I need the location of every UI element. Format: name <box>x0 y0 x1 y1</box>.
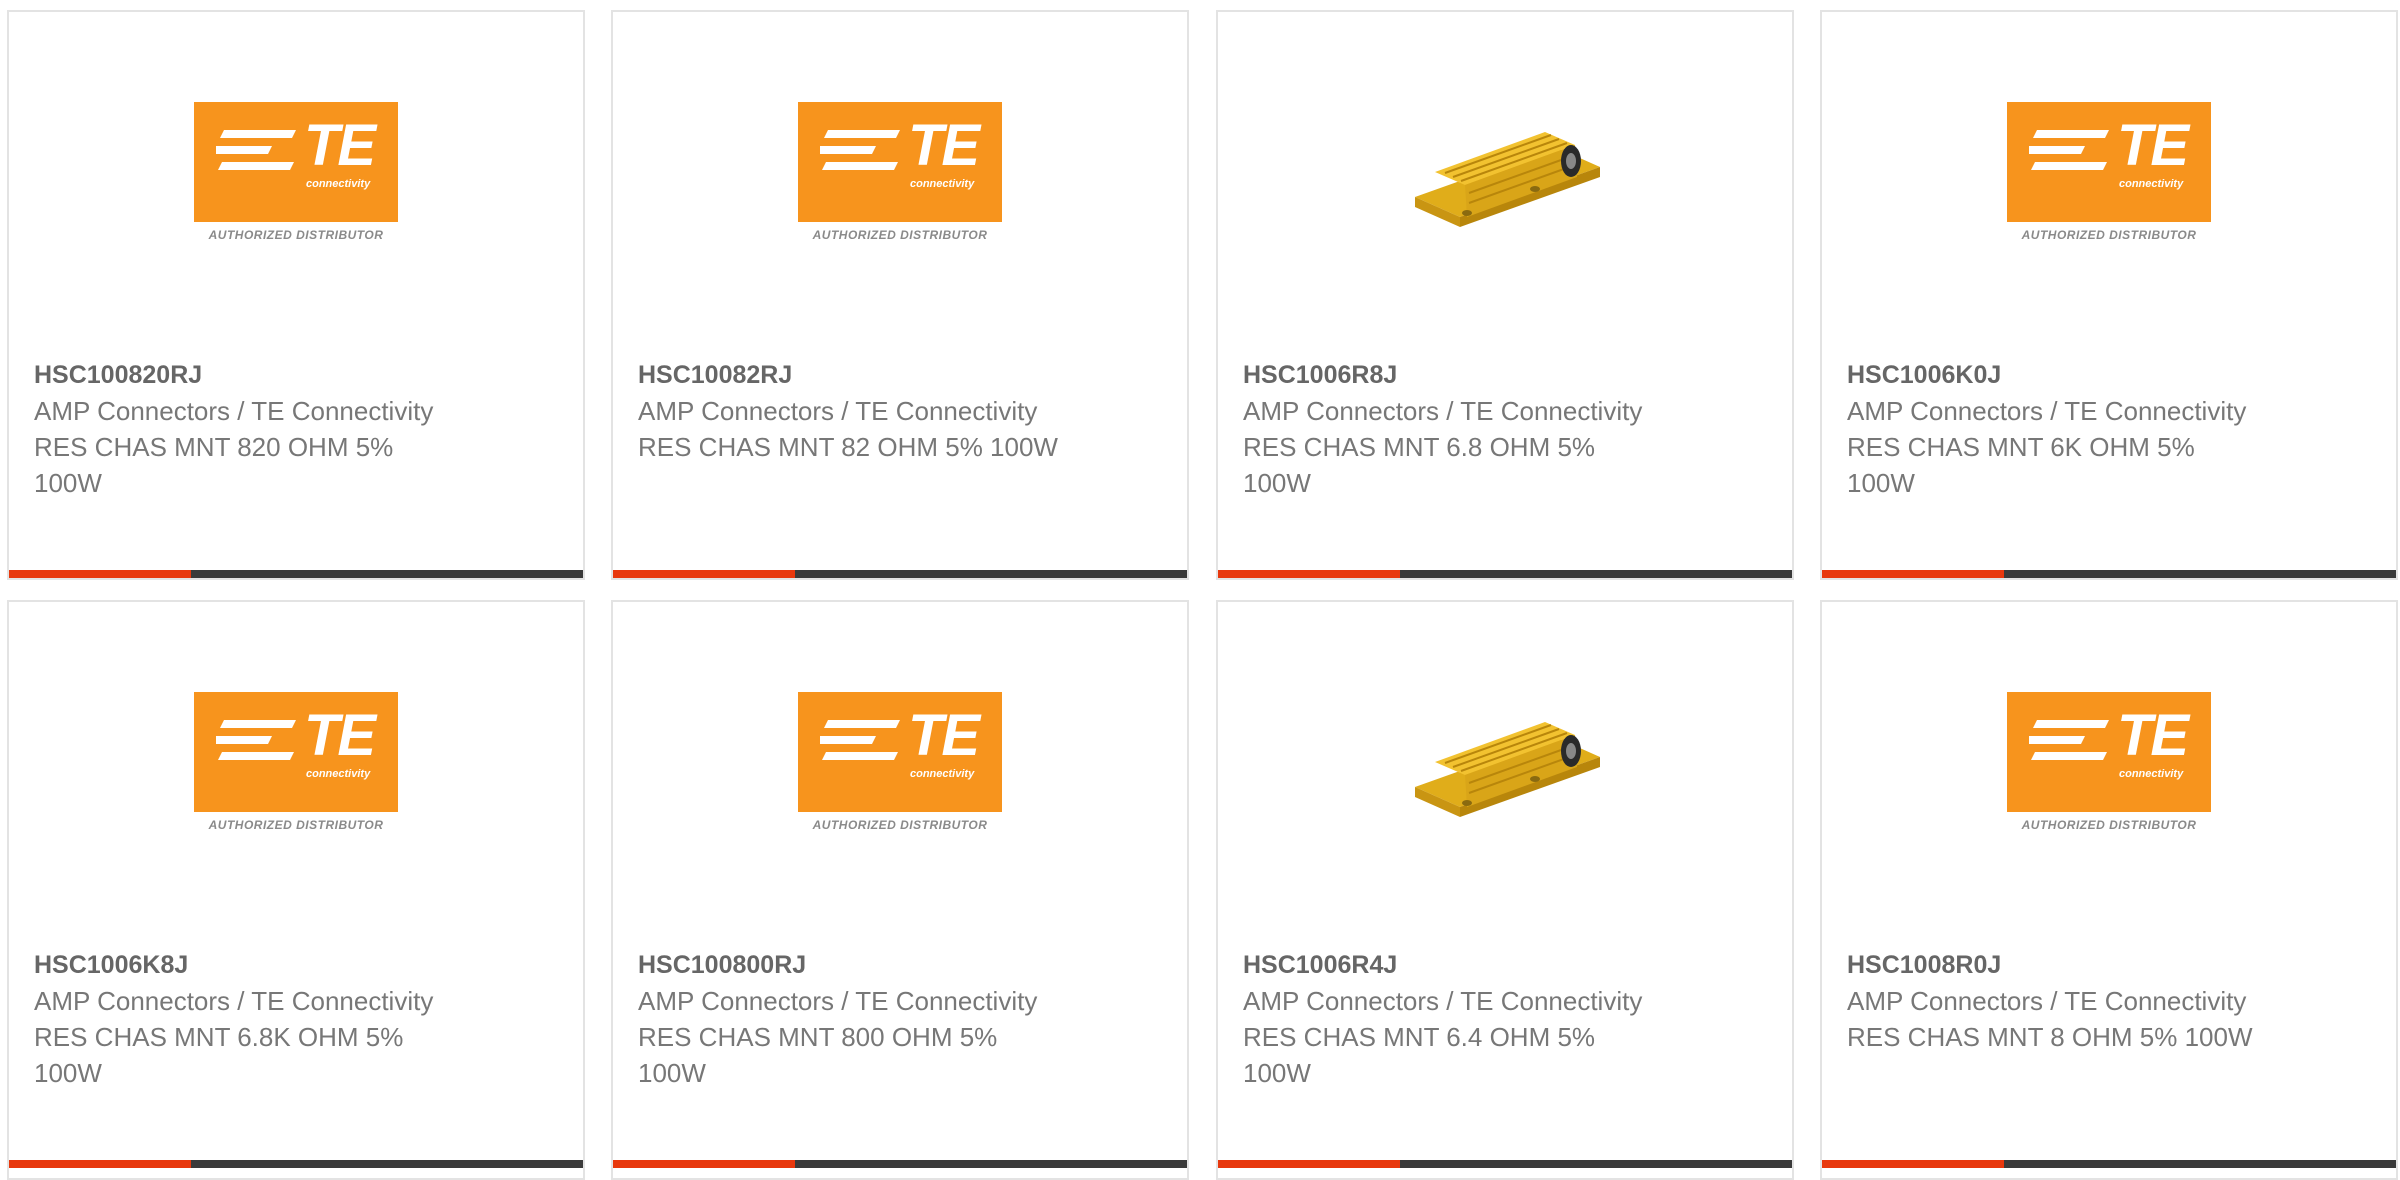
manufacturer-name: AMP Connectors / TE Connectivity <box>1847 396 2247 426</box>
part-number-link[interactable]: HSC100800RJ <box>638 947 1167 983</box>
product-card[interactable]: HSC1006R8J AMP Connectors / TE Connectiv… <box>1216 10 1794 580</box>
product-image[interactable] <box>1218 602 1792 932</box>
product-image[interactable]: TE connectivity AUTHORIZED DISTRIBUTOR <box>1822 602 2396 932</box>
product-card[interactable]: TE connectivity AUTHORIZED DISTRIBUTOR H… <box>611 600 1189 1180</box>
te-connectivity-logo: TE connectivity AUTHORIZED DISTRIBUTOR <box>194 102 398 252</box>
part-number-link[interactable]: HSC1006R4J <box>1243 947 1772 983</box>
product-description: RES CHAS MNT 6.4 OHM 5% 100W <box>1243 1022 1596 1088</box>
te-connectivity-logo: TE connectivity AUTHORIZED DISTRIBUTOR <box>2007 102 2211 252</box>
manufacturer-name: AMP Connectors / TE Connectivity <box>638 396 1038 426</box>
manufacturer-name: AMP Connectors / TE Connectivity <box>1243 396 1643 426</box>
manufacturer-name: AMP Connectors / TE Connectivity <box>34 396 434 426</box>
product-card[interactable]: TE connectivity AUTHORIZED DISTRIBUTOR H… <box>1820 10 2398 580</box>
part-number-link[interactable]: HSC1008R0J <box>1847 947 2376 983</box>
te-connectivity-logo: TE connectivity AUTHORIZED DISTRIBUTOR <box>798 102 1002 252</box>
card-accent-bar <box>1218 570 1792 578</box>
product-image[interactable]: TE connectivity AUTHORIZED DISTRIBUTOR <box>9 602 583 932</box>
product-image[interactable]: TE connectivity AUTHORIZED DISTRIBUTOR <box>1822 12 2396 342</box>
product-image[interactable]: TE connectivity AUTHORIZED DISTRIBUTOR <box>9 12 583 342</box>
card-accent-bar <box>9 570 583 578</box>
card-accent-bar <box>613 570 1187 578</box>
product-card[interactable]: TE connectivity AUTHORIZED DISTRIBUTOR H… <box>7 10 585 580</box>
product-card[interactable]: TE connectivity AUTHORIZED DISTRIBUTOR H… <box>7 600 585 1180</box>
card-accent-bar <box>1822 570 2396 578</box>
manufacturer-name: AMP Connectors / TE Connectivity <box>1847 986 2247 1016</box>
product-description: RES CHAS MNT 820 OHM 5% 100W <box>34 432 394 498</box>
product-description: RES CHAS MNT 8 OHM 5% 100W <box>1847 1022 2253 1052</box>
part-number-link[interactable]: HSC100820RJ <box>34 357 563 393</box>
te-connectivity-logo: TE connectivity AUTHORIZED DISTRIBUTOR <box>798 692 1002 842</box>
product-grid: TE connectivity AUTHORIZED DISTRIBUTOR H… <box>0 0 2400 1180</box>
part-number-link[interactable]: HSC10082RJ <box>638 357 1167 393</box>
resistor-photo <box>1415 722 1600 817</box>
manufacturer-name: AMP Connectors / TE Connectivity <box>34 986 434 1016</box>
part-number-link[interactable]: HSC1006K0J <box>1847 357 2376 393</box>
te-connectivity-logo: TE connectivity AUTHORIZED DISTRIBUTOR <box>194 692 398 842</box>
resistor-photo <box>1415 132 1600 227</box>
manufacturer-name: AMP Connectors / TE Connectivity <box>638 986 1038 1016</box>
product-description: RES CHAS MNT 800 OHM 5% 100W <box>638 1022 998 1088</box>
product-description: RES CHAS MNT 6.8 OHM 5% 100W <box>1243 432 1596 498</box>
te-connectivity-logo: TE connectivity AUTHORIZED DISTRIBUTOR <box>2007 692 2211 842</box>
product-description: RES CHAS MNT 82 OHM 5% 100W <box>638 432 1058 462</box>
manufacturer-name: AMP Connectors / TE Connectivity <box>1243 986 1643 1016</box>
product-card[interactable]: HSC1006R4J AMP Connectors / TE Connectiv… <box>1216 600 1794 1180</box>
product-card[interactable]: TE connectivity AUTHORIZED DISTRIBUTOR H… <box>611 10 1189 580</box>
part-number-link[interactable]: HSC1006R8J <box>1243 357 1772 393</box>
part-number-link[interactable]: HSC1006K8J <box>34 947 563 983</box>
product-image[interactable] <box>1218 12 1792 342</box>
product-card[interactable]: TE connectivity AUTHORIZED DISTRIBUTOR H… <box>1820 600 2398 1180</box>
product-image[interactable]: TE connectivity AUTHORIZED DISTRIBUTOR <box>613 12 1187 342</box>
product-description: RES CHAS MNT 6K OHM 5% 100W <box>1847 432 2195 498</box>
product-description: RES CHAS MNT 6.8K OHM 5% 100W <box>34 1022 404 1088</box>
product-image[interactable]: TE connectivity AUTHORIZED DISTRIBUTOR <box>613 602 1187 932</box>
